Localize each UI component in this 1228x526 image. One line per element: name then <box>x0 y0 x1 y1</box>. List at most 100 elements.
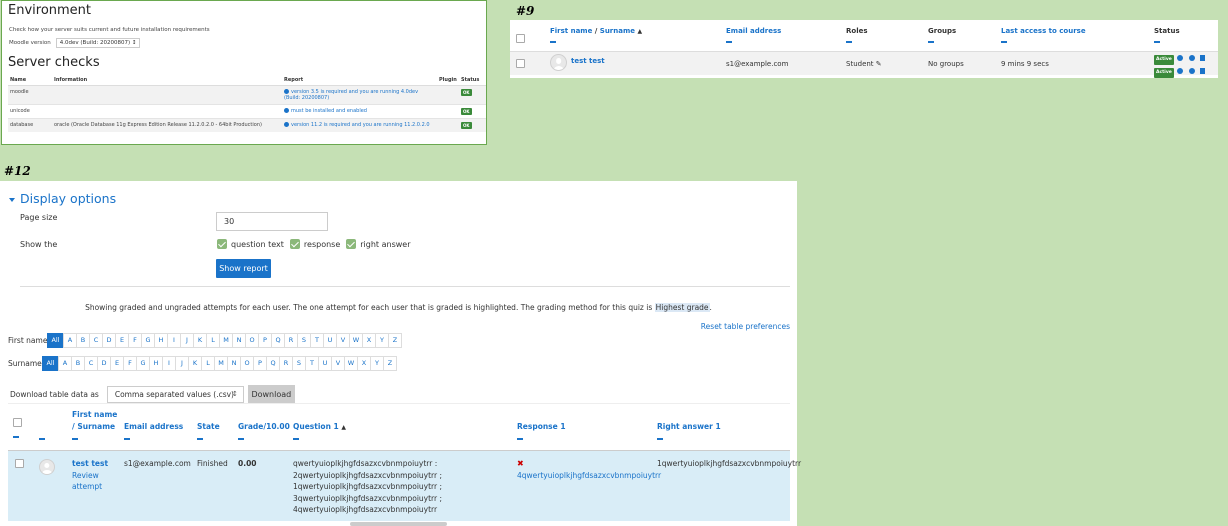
initial-letter[interactable]: X <box>357 356 371 371</box>
initial-letter[interactable]: K <box>193 333 207 348</box>
collapse-column-icon[interactable] <box>846 41 852 43</box>
initial-letter[interactable]: T <box>310 333 324 348</box>
initial-letter[interactable]: M <box>214 356 228 371</box>
pencil-icon[interactable]: ✎ <box>876 60 882 68</box>
initial-letter[interactable]: H <box>149 356 163 371</box>
initial-letter[interactable]: C <box>89 333 103 348</box>
horizontal-scrollbar[interactable] <box>350 522 447 526</box>
initial-letter[interactable]: A <box>63 333 77 348</box>
collapse-column-icon[interactable] <box>928 41 934 43</box>
trash-icon[interactable] <box>1199 55 1205 61</box>
sort-surname-link[interactable]: Surname <box>600 27 635 35</box>
attempt-grade-link[interactable]: 0.00 <box>238 458 257 470</box>
initial-letter[interactable]: T <box>305 356 319 371</box>
row-checkbox[interactable] <box>516 59 525 70</box>
reset-table-preferences-link[interactable]: Reset table preferences <box>701 322 790 331</box>
collapse-column-icon[interactable] <box>13 436 19 438</box>
initial-letter[interactable]: F <box>128 333 142 348</box>
header-email[interactable]: Email address <box>124 422 183 440</box>
initial-letter[interactable]: M <box>219 333 233 348</box>
page-size-input[interactable]: 30 <box>216 212 328 231</box>
download-format-select[interactable]: Comma separated values (.csv) <box>106 385 244 403</box>
initial-letter[interactable]: D <box>97 356 111 371</box>
initial-letter[interactable]: P <box>258 333 272 348</box>
initial-letter[interactable]: S <box>292 356 306 371</box>
initial-letter[interactable]: W <box>349 333 363 348</box>
collapse-column-icon[interactable] <box>197 438 203 440</box>
review-attempt-link[interactable]: Review attempt <box>72 470 108 493</box>
initial-letter[interactable]: Q <box>266 356 280 371</box>
initial-letter[interactable]: I <box>167 333 181 348</box>
initial-letter[interactable]: F <box>123 356 137 371</box>
header-right-answer[interactable]: Right answer 1 <box>657 422 721 440</box>
initial-letter[interactable]: O <box>240 356 254 371</box>
collapse-column-icon[interactable] <box>238 438 244 440</box>
collapse-column-icon[interactable] <box>1001 41 1007 43</box>
download-button[interactable]: Download <box>247 385 295 403</box>
initial-all[interactable]: All <box>42 356 59 371</box>
sort-firstname-link[interactable]: First name <box>550 27 592 35</box>
option-question-text[interactable]: question text <box>217 239 284 249</box>
initial-all[interactable]: All <box>47 333 64 348</box>
header-question[interactable]: Question 1 ▲ <box>293 422 346 440</box>
gear-icon[interactable] <box>1188 68 1195 74</box>
initial-letter[interactable]: W <box>344 356 358 371</box>
initial-letter[interactable]: Y <box>375 333 389 348</box>
collapse-column-icon[interactable] <box>550 41 556 43</box>
collapse-column-icon[interactable] <box>293 438 299 440</box>
select-all-checkbox[interactable] <box>516 34 525 45</box>
initial-letter[interactable]: E <box>110 356 124 371</box>
show-report-button[interactable]: Show report <box>216 259 271 278</box>
initial-letter[interactable]: K <box>188 356 202 371</box>
initial-letter[interactable]: D <box>102 333 116 348</box>
initial-letter[interactable]: P <box>253 356 267 371</box>
initial-letter[interactable]: L <box>206 333 220 348</box>
initial-letter[interactable]: G <box>141 333 155 348</box>
display-options-toggle[interactable]: Display options <box>9 191 116 206</box>
collapse-column-icon[interactable] <box>657 438 663 440</box>
initial-letter[interactable]: J <box>180 333 194 348</box>
initial-letter[interactable]: O <box>245 333 259 348</box>
row-checkbox[interactable] <box>15 459 24 472</box>
user-name-link[interactable]: test test <box>571 57 605 65</box>
initial-letter[interactable]: V <box>336 333 350 348</box>
header-grade[interactable]: Grade/10.00 <box>238 422 290 440</box>
initial-letter[interactable]: N <box>227 356 241 371</box>
sort-surname-link[interactable]: / Surname <box>72 422 117 431</box>
initial-letter[interactable]: U <box>323 333 337 348</box>
response-link[interactable]: 4qwertyuioplkjhgfdsazxcvbnmpoiuytrr <box>517 470 661 482</box>
collapse-column-icon[interactable] <box>39 438 45 440</box>
initial-letter[interactable]: B <box>71 356 85 371</box>
initial-letter[interactable]: E <box>115 333 129 348</box>
header-email[interactable]: Email address <box>726 27 781 43</box>
initial-letter[interactable]: G <box>136 356 150 371</box>
initial-letter[interactable]: L <box>201 356 215 371</box>
initial-letter[interactable]: Z <box>383 356 397 371</box>
initial-letter[interactable]: U <box>318 356 332 371</box>
option-response[interactable]: response <box>289 239 340 249</box>
sort-firstname-link[interactable]: First name <box>72 410 117 419</box>
initial-letter[interactable]: X <box>362 333 376 348</box>
info-icon[interactable] <box>284 108 289 113</box>
initial-letter[interactable]: B <box>76 333 90 348</box>
trash-icon[interactable] <box>1199 68 1205 74</box>
info-icon[interactable] <box>1176 55 1183 61</box>
initial-letter[interactable]: A <box>58 356 72 371</box>
initial-letter[interactable]: R <box>284 333 298 348</box>
initial-letter[interactable]: R <box>279 356 293 371</box>
collapse-column-icon[interactable] <box>1154 41 1160 43</box>
initial-letter[interactable]: Q <box>271 333 285 348</box>
collapse-column-icon[interactable] <box>124 438 130 440</box>
header-last-access[interactable]: Last access to course <box>1001 27 1086 43</box>
header-state[interactable]: State <box>197 422 220 440</box>
initial-letter[interactable]: Y <box>370 356 384 371</box>
initial-letter[interactable]: I <box>162 356 176 371</box>
initial-letter[interactable]: Z <box>388 333 402 348</box>
gear-icon[interactable] <box>1188 55 1195 61</box>
collapse-column-icon[interactable] <box>517 438 523 440</box>
initial-letter[interactable]: J <box>175 356 189 371</box>
collapse-column-icon[interactable] <box>72 438 78 440</box>
initial-letter[interactable]: S <box>297 333 311 348</box>
header-response[interactable]: Response 1 <box>517 422 566 440</box>
initial-letter[interactable]: C <box>84 356 98 371</box>
